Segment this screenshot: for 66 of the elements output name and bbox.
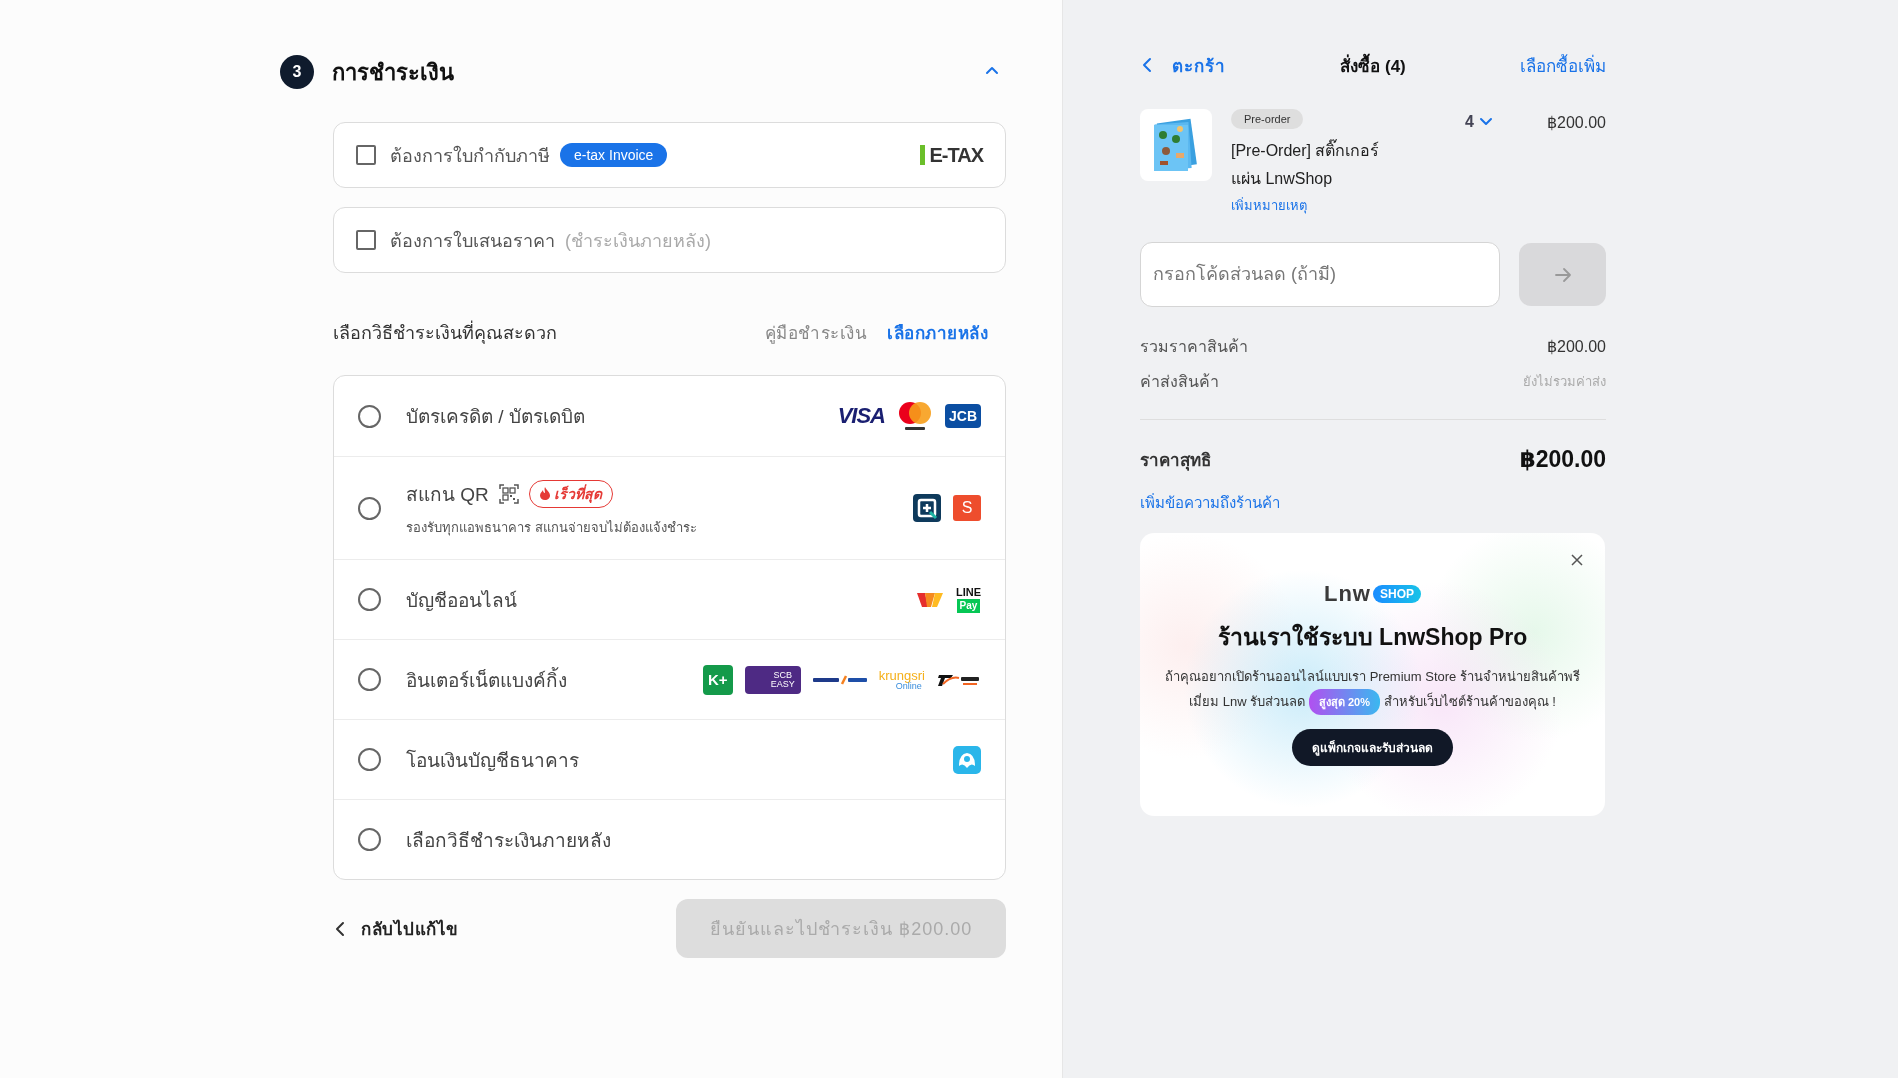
tax-logo: E-TAX — [920, 145, 983, 165]
package-button[interactable]: ดูแพ็กเกจและรับส่วนลด — [1292, 729, 1453, 766]
summary-label: ค่าส่งสินค้า — [1140, 372, 1219, 392]
tag-label: เร็วที่สุด — [553, 483, 602, 505]
summary-value: ฿200.00 — [1546, 337, 1606, 356]
radio-button[interactable] — [358, 748, 381, 771]
section-title: การชำระเงิน — [332, 58, 455, 87]
wallet-logo: S — [953, 495, 981, 521]
wallet-logo: LINE — [955, 586, 981, 598]
quantity-selector[interactable]: 4 — [1465, 113, 1494, 131]
section-label: เลือกวิธีชำระเงินที่คุณสะดวก — [333, 319, 557, 346]
brand-logo: Lnw — [1324, 581, 1371, 607]
link[interactable]: เพิ่มข้อความถึงร้านค้า — [1140, 491, 1280, 515]
qr-app-logo — [913, 494, 941, 522]
link[interactable]: เพิ่มหมายเหตุ — [1231, 195, 1307, 216]
back-link[interactable]: ตะกร้า — [1140, 51, 1290, 79]
bank-logo — [812, 674, 867, 685]
link[interactable]: เลือกซื้อเพิ่ม — [1456, 51, 1606, 79]
bank-logo: Online — [895, 681, 922, 691]
summary-value: ยังไม่รวมค่าส่ง — [1523, 373, 1606, 391]
wallet-logo — [915, 590, 944, 609]
bank-logo: SCB — [773, 670, 792, 680]
method-label[interactable]: สแกน QR — [406, 478, 489, 509]
card-logo: VISA — [837, 405, 885, 427]
promo-text: ถ้าคุณอยากเปิดร้านออนไลน์แบบเรา Premium Store ร้านจำหน่ายสินค้าพรีเมี่ยม Lnw รับส่วนลด สูงสุด 20% สำหรับเว็บไซต์ร้านค้าของคุณ ! — [1160, 665, 1585, 715]
badge: e-tax Invoice — [560, 143, 668, 167]
back-label: กลับไปแก้ไข — [361, 918, 459, 941]
link[interactable]: คู่มือชำระเงิน — [764, 318, 867, 346]
radio-button[interactable] — [358, 496, 381, 520]
total-price: ฿200.00 — [1519, 446, 1606, 473]
summary-label: รวมราคาสินค้า — [1140, 337, 1248, 357]
order-title: สั่งซื้อ (4) — [1290, 51, 1456, 79]
method-label[interactable]: บัญชีออนไลน์ — [406, 584, 517, 615]
price: ฿200.00 — [1545, 113, 1606, 132]
option-note: (ชำระเงินภายหลัง) — [565, 229, 711, 253]
promo-title: ร้านเราใช้ระบบ LnwShop Pro — [1216, 622, 1529, 652]
method-label[interactable]: บัตรเครดิต / บัตรเดบิต — [406, 401, 585, 431]
option-label: ต้องการใบกำกับภาษี — [390, 144, 550, 168]
radio-button[interactable] — [358, 828, 381, 851]
radio-button[interactable] — [358, 668, 381, 691]
radio-button[interactable] — [358, 588, 381, 611]
back-link[interactable]: กลับไปแก้ไข — [333, 915, 459, 942]
product-name: [Pre-Order] สติ๊กเกอร์แผ่น LnwShop — [1231, 137, 1396, 193]
badge: Pre-order — [1231, 109, 1304, 129]
step-number: 3 — [280, 55, 314, 89]
method-description: รองรับทุกแอพธนาคาร สแกนจ่ายจบไม่ต้องแจ้งชำระ — [406, 518, 697, 538]
fire-icon — [539, 487, 550, 500]
bank-logo — [953, 745, 981, 774]
method-label[interactable]: เลือกวิธีชำระเงินภายหลัง — [406, 824, 611, 855]
option-label: ต้องการใบเสนอราคา — [390, 229, 555, 253]
bank-logo: EASY — [770, 679, 795, 689]
link[interactable]: เลือกภายหลัง — [887, 318, 988, 346]
method-label[interactable]: อินเตอร์เน็ตแบงค์กิ้ง — [406, 664, 567, 695]
radio-button[interactable] — [358, 404, 381, 428]
card-logo — [897, 400, 933, 432]
method-label[interactable]: โอนเงินบัญชีธนาคาร — [406, 744, 579, 775]
bank-logo: K+ — [702, 664, 733, 695]
back-label: ตะกร้า — [1172, 55, 1226, 78]
checkbox[interactable] — [356, 230, 376, 250]
card-logo: JCB — [945, 404, 981, 428]
bank-logo: krungsri — [878, 668, 925, 682]
wallet-logo: Pay — [956, 598, 981, 613]
brand-logo: SHOP — [1373, 585, 1421, 603]
total-label: ราคาสุทธิ — [1140, 450, 1211, 473]
close-icon — [1571, 554, 1583, 566]
checkbox[interactable] — [356, 145, 376, 165]
